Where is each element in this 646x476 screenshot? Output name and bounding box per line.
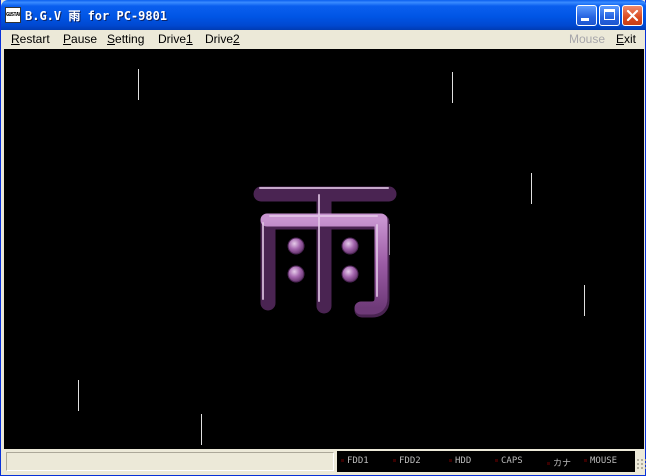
menu-mouse[interactable]: Mouse <box>569 32 605 46</box>
menu-bar: Restart Pause Setting Drive1 Drive2 Mous… <box>2 30 644 48</box>
indicator-fdd2: FDD2 <box>393 456 421 466</box>
title-bar[interactable]: GUSTAV B.G.V 雨 for PC-9801 <box>1 0 646 30</box>
minimize-icon <box>581 18 589 21</box>
minimize-button[interactable] <box>576 5 597 26</box>
led-icon <box>495 459 498 462</box>
led-icon <box>393 459 396 462</box>
indicator-mouse: MOUSE <box>584 456 617 466</box>
menu-pause[interactable]: Pause <box>63 32 97 46</box>
window-title: B.G.V 雨 for PC-9801 <box>25 9 168 23</box>
rain-kanji-logo <box>253 185 397 318</box>
resize-grip-icon[interactable] <box>636 458 646 470</box>
status-text-area <box>6 452 334 471</box>
indicator-kana: カナ <box>547 456 571 469</box>
close-button[interactable] <box>622 5 643 26</box>
menu-drive2[interactable]: Drive2 <box>205 32 240 46</box>
maximize-button[interactable] <box>599 5 620 26</box>
maximize-icon <box>604 9 615 20</box>
led-icon <box>547 462 550 465</box>
led-icon <box>341 459 344 462</box>
menu-drive1[interactable]: Drive1 <box>158 32 193 46</box>
menu-exit[interactable]: Exit <box>616 32 636 46</box>
emulator-screen[interactable] <box>4 49 644 449</box>
status-bar: FDD1 FDD2 HDD CAPS カナ MOUSE <box>4 450 646 473</box>
app-window: GUSTAV B.G.V 雨 for PC-9801 Restart Pause… <box>0 0 646 476</box>
led-icon <box>584 459 587 462</box>
indicator-hdd: HDD <box>449 456 471 466</box>
drive-indicators: FDD1 FDD2 HDD CAPS カナ MOUSE <box>337 451 635 472</box>
led-icon <box>449 459 452 462</box>
menu-setting[interactable]: Setting <box>107 32 144 46</box>
close-icon <box>626 9 639 22</box>
indicator-caps: CAPS <box>495 456 523 466</box>
indicator-fdd1: FDD1 <box>341 456 369 466</box>
menu-restart[interactable]: Restart <box>11 32 50 46</box>
app-icon[interactable]: GUSTAV <box>5 7 21 23</box>
